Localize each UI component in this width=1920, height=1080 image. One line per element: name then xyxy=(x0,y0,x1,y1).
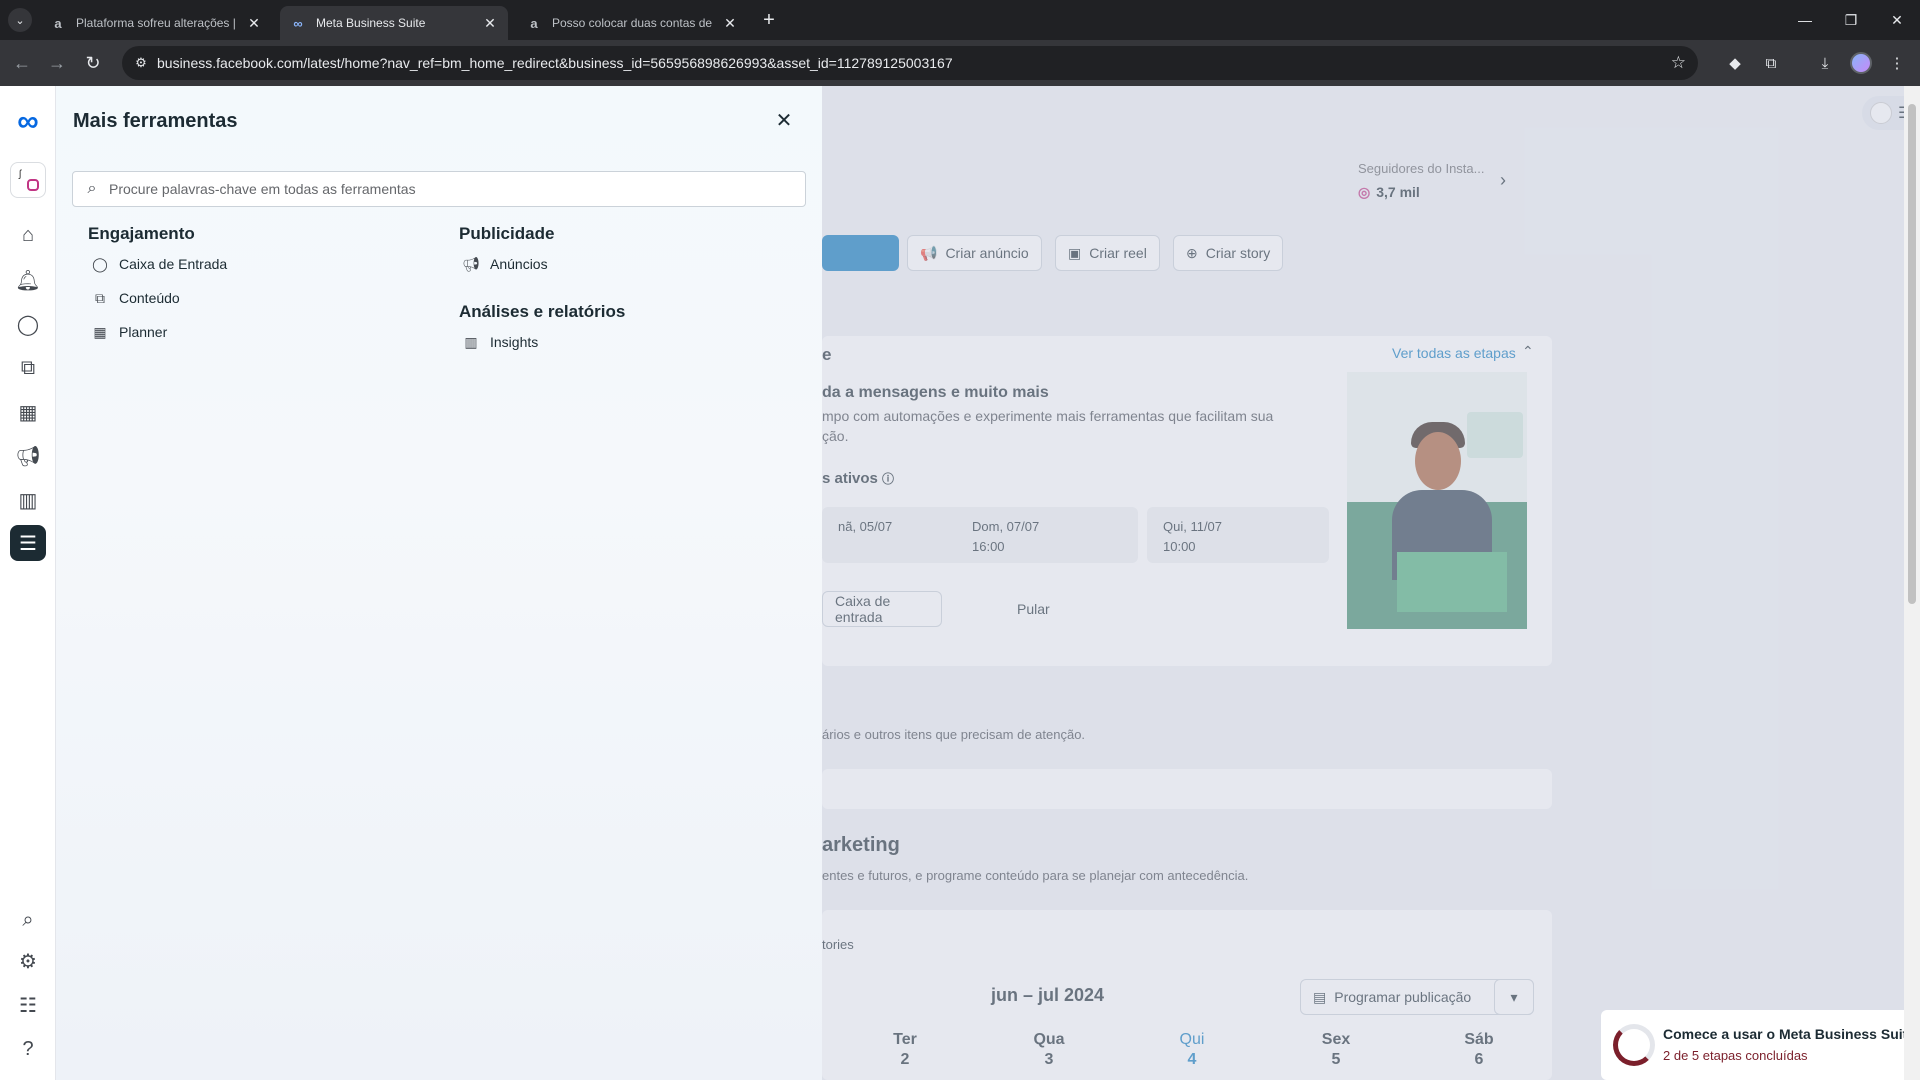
home-icon[interactable]: ⌂ xyxy=(10,217,46,253)
browser-menu-icon[interactable]: ⋮ xyxy=(1886,52,1908,74)
chat-icon[interactable]: ◯ xyxy=(10,306,46,342)
url-text: business.facebook.com/latest/home?nav_re… xyxy=(157,55,953,71)
browser-toolbar: ← → ↻ ⚙ business.facebook.com/latest/hom… xyxy=(0,40,1920,86)
tool-planner[interactable]: ▦ Planner xyxy=(88,315,428,349)
tool-label: Insights xyxy=(490,334,539,350)
menu-icon[interactable]: ☰ xyxy=(10,525,46,561)
setup-title: Comece a usar o Meta Business Suite xyxy=(1663,1026,1916,1042)
site-info-icon[interactable]: ⚙ xyxy=(132,54,150,72)
planner-grid-icon: ▦ xyxy=(93,323,107,340)
browser-tabbar: ⌄ a Plataforma sofreu alterações | F ✕ ∞… xyxy=(0,0,1920,40)
minimize-icon[interactable]: — xyxy=(1790,6,1820,34)
back-icon[interactable]: ← xyxy=(9,50,35,76)
megaphone-icon: 📢︎ xyxy=(462,255,480,272)
tool-label: Conteúdo xyxy=(119,290,180,306)
close-tab-icon[interactable]: ✕ xyxy=(722,15,738,31)
scrollbar-thumb[interactable] xyxy=(1908,104,1916,604)
close-tab-icon[interactable]: ✕ xyxy=(482,15,498,31)
window-close-icon[interactable]: ✕ xyxy=(1882,6,1912,34)
search-icon[interactable]: ⌕ xyxy=(10,902,46,938)
drawer-title: Mais ferramentas xyxy=(73,110,238,132)
bookmark-star-icon[interactable]: ☆ xyxy=(1671,53,1686,73)
meta-logo-icon[interactable]: ∞ xyxy=(10,105,46,138)
list-icon[interactable]: ☷ xyxy=(10,987,46,1023)
close-tab-icon[interactable]: ✕ xyxy=(246,15,262,31)
tool-ads[interactable]: 📢︎ Anúncios xyxy=(459,247,799,281)
progress-ring xyxy=(1613,1024,1655,1066)
new-tab-button[interactable]: + xyxy=(757,8,781,32)
bar-chart-icon: ▥ xyxy=(464,333,478,350)
gear-icon[interactable]: ⚙ xyxy=(10,943,46,979)
download-icon[interactable]: ⤓ xyxy=(1814,52,1836,74)
setup-progress-toast[interactable]: Comece a usar o Meta Business Suite 2 de… xyxy=(1601,1010,1920,1080)
tab-title: Posso colocar duas contas de in xyxy=(552,16,716,30)
forward-icon[interactable]: → xyxy=(44,50,70,76)
analises-section: Análises e relatórios ▥ Insights xyxy=(459,299,799,359)
restore-icon[interactable]: ❐ xyxy=(1836,6,1866,34)
tool-content[interactable]: ⧉ Conteúdo xyxy=(88,281,428,315)
account-avatar[interactable]: ʃ xyxy=(10,162,46,198)
reload-icon[interactable]: ↻ xyxy=(80,50,106,76)
help-icon[interactable]: ? xyxy=(10,1031,46,1067)
page-scrollbar[interactable] xyxy=(1904,86,1920,1080)
tab-title: Meta Business Suite xyxy=(316,16,426,30)
profile-avatar[interactable] xyxy=(1850,52,1872,74)
tool-label: Planner xyxy=(119,324,168,340)
setup-progress: 2 de 5 etapas concluídas xyxy=(1663,1048,1808,1063)
content-icon: ⧉ xyxy=(95,289,105,306)
left-nav-rail: ∞ ʃ ⌂ 🔔︎ ◯ ⧉ ▦ 📢︎ ▥ ☰ ⌕ ⚙ ☷ ? xyxy=(0,86,56,1080)
browser-tab[interactable]: a Posso colocar duas contas de in ✕ xyxy=(516,6,748,40)
tools-search-box[interactable]: ⌕ xyxy=(72,171,806,207)
close-icon[interactable]: ✕ xyxy=(772,108,796,132)
megaphone-icon[interactable]: 📢︎ xyxy=(10,438,46,474)
insights-icon[interactable]: ▥ xyxy=(10,482,46,518)
address-bar[interactable]: ⚙ business.facebook.com/latest/home?nav_… xyxy=(122,46,1698,80)
instagram-badge-icon xyxy=(27,179,39,191)
section-title: Publicidade xyxy=(459,224,555,243)
publicidade-section: Publicidade 📢︎ Anúncios xyxy=(459,221,799,281)
tool-inbox[interactable]: ◯ Caixa de Entrada xyxy=(88,247,428,281)
engajamento-section: Engajamento ◯ Caixa de Entrada ⧉ Conteúd… xyxy=(88,221,428,349)
section-title: Engajamento xyxy=(88,224,195,243)
browser-tab-active[interactable]: ∞ Meta Business Suite ✕ xyxy=(280,6,508,40)
tab-favicon-icon: a xyxy=(530,15,538,31)
signature-logo-icon: ʃ xyxy=(19,169,22,180)
page-content: ☰ Seguidores do Insta... ◎3,7 mil › 📢Cri… xyxy=(0,86,1920,1080)
tab-search-button[interactable]: ⌄ xyxy=(8,8,32,32)
tool-label: Caixa de Entrada xyxy=(119,256,228,272)
extensions-puzzle-icon[interactable]: ⧉ xyxy=(1760,52,1782,74)
section-title: Análises e relatórios xyxy=(459,302,626,321)
chat-bubble-icon: ◯ xyxy=(92,255,108,272)
planner-icon[interactable]: ▦ xyxy=(10,394,46,430)
tool-insights[interactable]: ▥ Insights xyxy=(459,325,799,359)
tool-label: Anúncios xyxy=(490,256,548,272)
tab-title: Plataforma sofreu alterações | F xyxy=(76,16,240,30)
search-icon: ⌕ xyxy=(87,180,97,197)
tab-favicon-icon: a xyxy=(54,15,62,31)
bell-icon[interactable]: 🔔︎ xyxy=(10,262,46,298)
meta-favicon-icon: ∞ xyxy=(293,15,303,31)
extension-icon[interactable]: ◆ xyxy=(1724,52,1746,74)
content-icon[interactable]: ⧉ xyxy=(10,350,46,386)
more-tools-drawer: Mais ferramentas ✕ ⌕ Engajamento ◯ Caixa… xyxy=(56,86,822,1080)
browser-tab[interactable]: a Plataforma sofreu alterações | F ✕ xyxy=(40,6,272,40)
tools-search-input[interactable] xyxy=(109,181,795,197)
